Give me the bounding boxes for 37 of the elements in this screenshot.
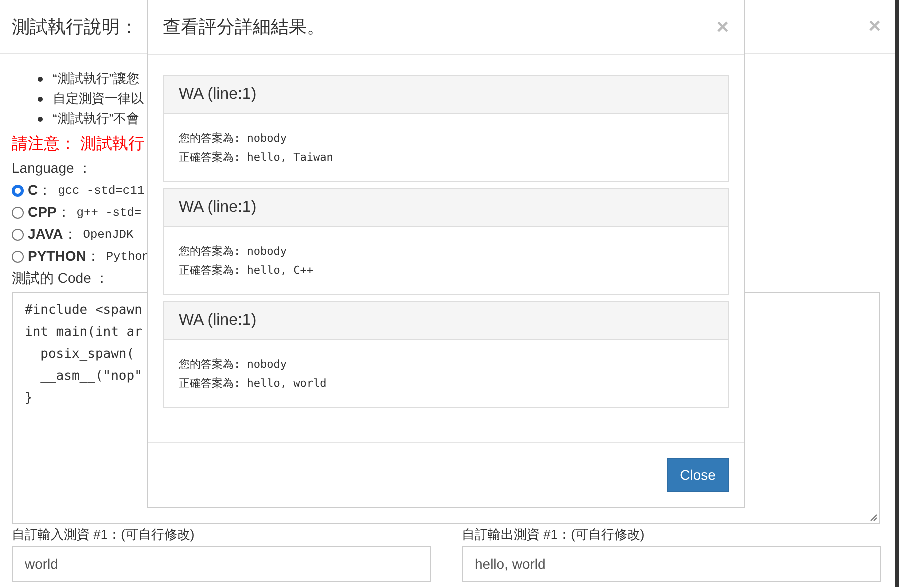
output-label: 自訂輸出測資 #1：(可自行修改) <box>462 526 646 544</box>
language-name[interactable]: C： <box>28 182 52 200</box>
radio-button[interactable] <box>12 185 24 197</box>
expected-line: 正確答案為: hello, C++ <box>179 263 314 279</box>
code-label: 測試的 Code ： <box>12 270 110 288</box>
input-label: 自訂輸入測資 #1：(可自行修改) <box>12 526 196 544</box>
language-name[interactable]: PYTHON： <box>28 248 100 266</box>
bullet-icon <box>38 76 43 82</box>
verdict-heading: WA (line:1) <box>164 76 728 114</box>
radio-button[interactable] <box>12 207 24 219</box>
warning-text: 請注意： 測試執行 <box>12 134 144 155</box>
input-field[interactable]: world <box>12 546 431 582</box>
note-text: 自定測資一律以 <box>53 90 144 108</box>
modal-title: 查看評分詳細結果。 <box>163 16 325 39</box>
language-name[interactable]: JAVA： <box>28 226 78 244</box>
expected-line: 正確答案為: hello, Taiwan <box>179 150 334 166</box>
expected-line: 正確答案為: hello, world <box>179 376 328 392</box>
note-text: “測試執行”不會 <box>53 110 140 128</box>
output-field[interactable]: hello, world <box>462 546 881 582</box>
compiler-command: OpenJDK <box>83 228 134 242</box>
language-label: Language ： <box>12 160 92 178</box>
answer-line: 您的答案為: nobody <box>179 244 288 260</box>
page-title: 測試執行說明： <box>12 16 138 38</box>
bullet-icon <box>38 116 43 122</box>
radio-button[interactable] <box>12 251 24 263</box>
compiler-command: gcc -std=c11 <box>58 184 145 198</box>
note-text: “測試執行”讓您 <box>53 70 140 88</box>
answer-line: 您的答案為: nobody <box>179 357 288 373</box>
verdict-heading: WA (line:1) <box>164 302 728 340</box>
resize-grip-icon[interactable] <box>870 514 878 522</box>
radio-button[interactable] <box>12 229 24 241</box>
language-name[interactable]: CPP： <box>28 204 71 222</box>
compiler-command: g++ -std= <box>76 206 142 220</box>
close-button[interactable]: Close <box>667 458 729 492</box>
answer-line: 您的答案為: nobody <box>179 131 288 147</box>
verdict-heading: WA (line:1) <box>164 189 728 227</box>
bullet-icon <box>38 96 43 102</box>
